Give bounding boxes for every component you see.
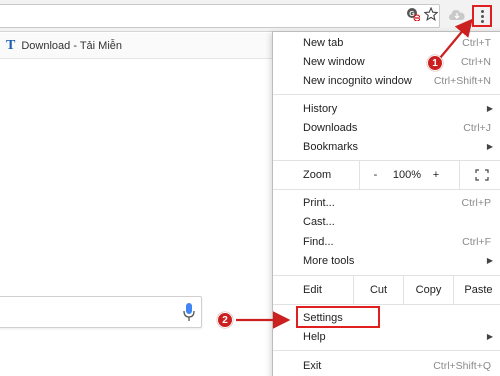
menu-divider [273, 189, 500, 190]
shortcut-text: Ctrl+F [462, 235, 491, 248]
star-icon[interactable] [424, 7, 438, 21]
menu-dot [480, 19, 484, 23]
bookmark-label: Download - Tải Miễn [21, 40, 123, 52]
paste-label: Paste [464, 284, 493, 296]
menu-row-zoom: Zoom - 100% + [273, 161, 500, 189]
bookmark-favicon-icon: T [6, 38, 16, 53]
shortcut-text: Ctrl+T [462, 36, 491, 49]
menu-dot [480, 9, 484, 13]
menu-item-label: More tools [303, 254, 355, 267]
zoom-in-label: + [432, 169, 440, 181]
step-2-badge: 2 [217, 312, 233, 328]
menu-item-new-tab[interactable]: New tab Ctrl+T [273, 33, 497, 52]
menu-item-label: Bookmarks [303, 140, 359, 153]
menu-divider [273, 350, 500, 351]
shortcut-text: Ctrl+Shift+N [433, 74, 491, 87]
extension-icon[interactable] [448, 7, 466, 23]
shortcut-text: Ctrl+J [463, 121, 491, 134]
menu-item-cast[interactable]: Cast... [273, 212, 497, 231]
paste-button[interactable]: Paste [453, 276, 500, 304]
menu-item-label: Cast... [303, 215, 335, 228]
zoom-level: 100% [391, 161, 423, 189]
submenu-arrow-icon: ▶ [486, 104, 493, 113]
address-bar[interactable] [0, 4, 440, 28]
menu-item-help[interactable]: Help ▶ [273, 327, 497, 346]
menu-dot [480, 14, 484, 18]
zoom-in-button[interactable]: + [423, 161, 449, 189]
edit-label: Edit [303, 284, 322, 296]
zoom-value: 100% [392, 169, 422, 181]
menu-divider [273, 304, 500, 305]
page-search-input[interactable] [0, 296, 202, 328]
browser-toolbar: G [0, 0, 500, 32]
copy-label: Copy [415, 284, 442, 296]
translate-blocked-icon[interactable]: G [406, 7, 420, 21]
menu-item-more-tools[interactable]: More tools ▶ [273, 251, 497, 270]
zoom-out-label: - [373, 169, 378, 181]
menu-item-find[interactable]: Find... Ctrl+F [273, 232, 497, 251]
bookmark-item[interactable]: T Download - Tải Miễn [6, 38, 122, 54]
fullscreen-button[interactable] [459, 161, 500, 189]
menu-item-bookmarks[interactable]: Bookmarks ▶ [273, 137, 497, 156]
shortcut-text: Ctrl+P [461, 196, 491, 209]
submenu-arrow-icon: ▶ [486, 332, 493, 341]
menu-item-label: Help [303, 330, 326, 343]
copy-button[interactable]: Copy [403, 276, 453, 304]
zoom-label: Zoom [303, 169, 332, 181]
menu-divider [273, 94, 500, 95]
submenu-arrow-icon: ▶ [486, 256, 493, 265]
settings-highlight-box [296, 306, 380, 328]
cut-label: Cut [369, 284, 388, 296]
chrome-menu-button[interactable] [472, 5, 492, 27]
submenu-arrow-icon: ▶ [486, 142, 493, 151]
menu-item-downloads[interactable]: Downloads Ctrl+J [273, 118, 497, 137]
menu-item-print[interactable]: Print... Ctrl+P [273, 193, 497, 212]
menu-item-new-incognito-window[interactable]: New incognito window Ctrl+Shift+N [273, 71, 497, 90]
step-1-badge: 1 [427, 55, 443, 71]
fullscreen-icon [474, 169, 489, 181]
shortcut-text: Ctrl+N [460, 55, 491, 68]
menu-item-new-window[interactable]: New window Ctrl+N [273, 52, 497, 71]
microphone-icon[interactable] [182, 302, 196, 322]
menu-item-exit[interactable]: Exit Ctrl+Shift+Q [273, 356, 497, 375]
shortcut-text: Ctrl+Shift+Q [433, 359, 491, 372]
cut-button[interactable]: Cut [353, 276, 403, 304]
menu-row-edit: Edit Cut Copy Paste [273, 276, 500, 304]
menu-item-history[interactable]: History ▶ [273, 99, 497, 118]
zoom-out-button[interactable]: - [359, 161, 391, 189]
menu-item-label: History [303, 102, 338, 115]
